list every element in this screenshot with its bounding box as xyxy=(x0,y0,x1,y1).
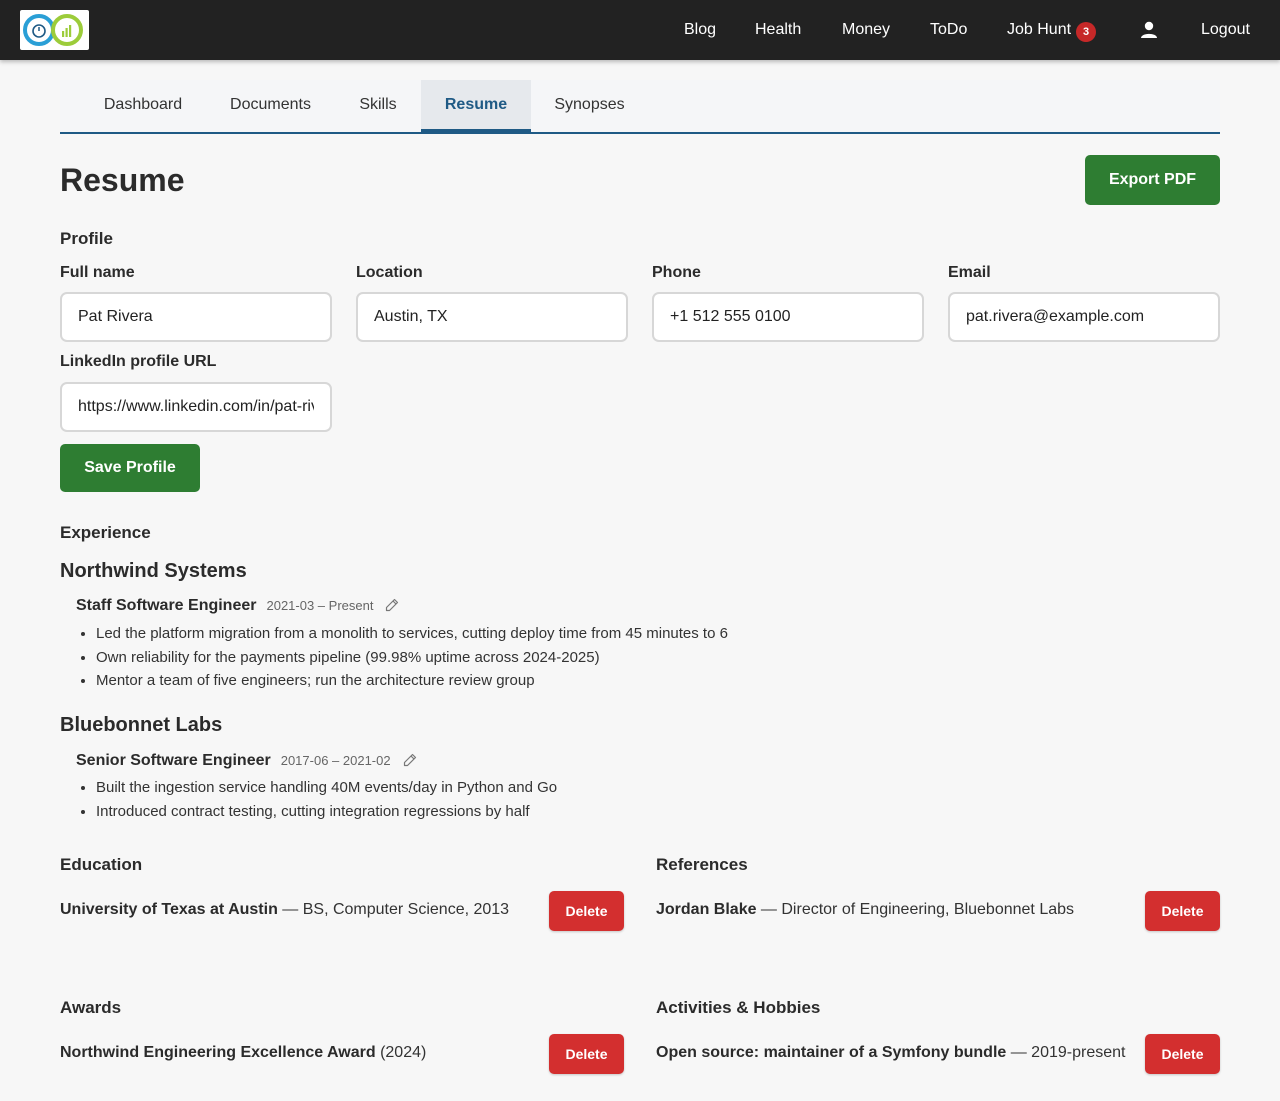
role-line: Staff Software Engineer 2021-03 – Presen… xyxy=(76,596,399,615)
linkedin-label: LinkedIn profile URL xyxy=(60,353,217,370)
role-title: Staff Software Engineer xyxy=(76,597,257,614)
activities-section-title: Activities & Hobbies xyxy=(656,998,821,1017)
list-item: Led the platform migration from a monoli… xyxy=(81,622,728,646)
company-name: Northwind Systems xyxy=(60,560,247,582)
nav-link-health[interactable]: Health xyxy=(755,19,801,41)
references-section-title: References xyxy=(656,855,748,874)
tab-dashboard[interactable]: Dashboard xyxy=(80,80,206,132)
activity-entry: Open source: maintainer of a Symfony bun… xyxy=(656,1044,1125,1062)
list-item: Introduced contract testing, cutting int… xyxy=(80,800,557,824)
education-section-title: Education xyxy=(60,855,143,874)
job-hunt-tabs: Dashboard Documents Skills Resume Synops… xyxy=(60,80,1220,134)
linkedin-url-input[interactable] xyxy=(60,382,332,432)
save-profile-button[interactable]: Save Profile xyxy=(60,444,200,492)
edit-pencil-icon[interactable] xyxy=(403,753,417,767)
profile-section-title: Profile xyxy=(60,229,113,248)
role-title: Senior Software Engineer xyxy=(76,752,271,769)
role-line: Senior Software Engineer 2017-06 – 2021-… xyxy=(76,751,417,770)
experience-section-title: Experience xyxy=(60,523,151,542)
education-entry: University of Texas at Austin — BS, Comp… xyxy=(60,901,509,919)
education-entry-detail: — BS, Computer Science, 2013 xyxy=(277,901,510,918)
awards-section-title: Awards xyxy=(60,998,122,1017)
email-label: Email xyxy=(948,264,991,281)
list-item: Own reliability for the payments pipelin… xyxy=(81,646,728,670)
location-label: Location xyxy=(356,264,423,281)
list-item: Mentor a team of five engineers; run the… xyxy=(81,669,728,693)
award-entry-name: Northwind Engineering Excellence Award xyxy=(60,1044,376,1061)
edit-pencil-icon[interactable] xyxy=(385,598,399,612)
delete-award-button[interactable]: Delete xyxy=(549,1034,624,1074)
activity-entry-name: Open source: maintainer of a Symfony bun… xyxy=(656,1044,1007,1061)
phone-label: Phone xyxy=(652,264,701,281)
tab-documents[interactable]: Documents xyxy=(206,80,335,132)
full-name-label: Full name xyxy=(60,264,135,281)
list-item: Built the ingestion service handling 40M… xyxy=(80,776,557,800)
experience-bullets: Built the ingestion service handling 40M… xyxy=(80,776,557,824)
logo-icon xyxy=(23,14,83,46)
app-logo[interactable] xyxy=(20,10,89,50)
activity-entry-detail: — 2019-present xyxy=(1006,1044,1126,1061)
tab-resume[interactable]: Resume xyxy=(421,80,531,132)
export-pdf-button[interactable]: Export PDF xyxy=(1085,155,1220,205)
company-name: Bluebonnet Labs xyxy=(60,714,223,736)
job-hunt-count-badge: 3 xyxy=(1076,22,1096,42)
nav-link-money[interactable]: Money xyxy=(842,19,890,41)
education-entry-name: University of Texas at Austin xyxy=(60,901,278,918)
full-name-input[interactable] xyxy=(60,292,332,342)
top-nav-bar: Blog Health Money ToDo Job Hunt 3 Logout xyxy=(0,0,1280,60)
role-dates: 2021-03 – Present xyxy=(266,598,374,613)
experience-bullets: Led the platform migration from a monoli… xyxy=(81,622,728,693)
tab-skills[interactable]: Skills xyxy=(335,80,421,132)
delete-reference-button[interactable]: Delete xyxy=(1145,891,1220,931)
nav-link-blog[interactable]: Blog xyxy=(684,19,716,41)
reference-entry-detail: — Director of Engineering, Bluebonnet La… xyxy=(756,901,1075,918)
award-entry-detail: (2024) xyxy=(375,1044,427,1061)
phone-input[interactable] xyxy=(652,292,924,342)
delete-education-button[interactable]: Delete xyxy=(549,891,624,931)
nav-link-logout[interactable]: Logout xyxy=(1201,19,1250,41)
reference-entry: Jordan Blake — Director of Engineering, … xyxy=(656,901,1074,919)
award-entry: Northwind Engineering Excellence Award (… xyxy=(60,1044,426,1062)
role-dates: 2017-06 – 2021-02 xyxy=(280,753,391,768)
tab-synopses[interactable]: Synopses xyxy=(531,80,648,132)
reference-entry-name: Jordan Blake xyxy=(656,901,757,918)
user-account-icon[interactable] xyxy=(1139,20,1159,40)
nav-link-job-hunt[interactable]: Job Hunt xyxy=(1007,19,1071,41)
page-title: Resume xyxy=(60,162,185,198)
delete-activity-button[interactable]: Delete xyxy=(1145,1034,1220,1074)
location-input[interactable] xyxy=(356,292,628,342)
email-input[interactable] xyxy=(948,292,1220,342)
nav-link-todo[interactable]: ToDo xyxy=(930,19,967,41)
